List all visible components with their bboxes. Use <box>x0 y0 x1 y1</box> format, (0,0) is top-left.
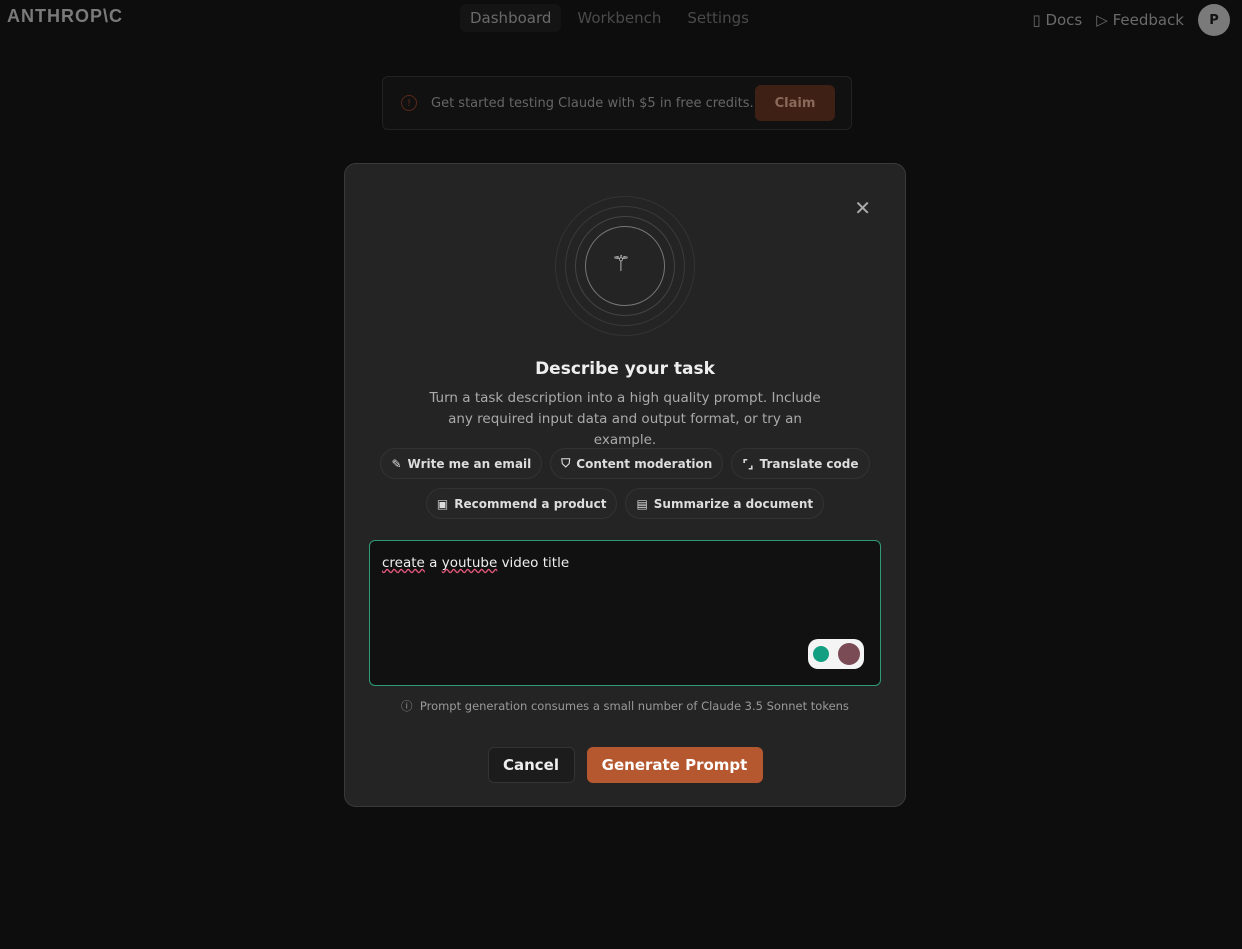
magic-wand-badge: ⚚ <box>555 196 695 336</box>
cancel-button[interactable]: Cancel <box>487 747 575 783</box>
close-icon[interactable]: ✕ <box>854 196 871 220</box>
generate-prompt-button[interactable]: Generate Prompt <box>586 747 763 783</box>
magic-wand-icon: ⚚ <box>611 252 631 277</box>
lightbulb-icon <box>812 646 829 662</box>
chip-label: Recommend a product <box>454 496 607 511</box>
feedback-icon: ▷ <box>1096 11 1108 29</box>
main-nav: Dashboard Workbench Settings <box>460 4 759 32</box>
nav-dashboard[interactable]: Dashboard <box>460 4 562 32</box>
example-recommend-product[interactable]: ▣ Recommend a product <box>425 488 618 519</box>
top-bar: ANTHROP\C Dashboard Workbench Settings ▯… <box>0 0 1242 36</box>
alert-icon: ! <box>401 95 417 111</box>
banner-text: Get started testing Claude with $5 in fr… <box>431 95 754 111</box>
book-icon: ▯ <box>1032 11 1041 29</box>
anthropic-logo[interactable]: ANTHROP\C <box>7 6 123 27</box>
feedback-link[interactable]: ▷ Feedback <box>1096 11 1184 29</box>
credits-banner: ! Get started testing Claude with $5 in … <box>382 76 852 130</box>
dialog-title: Describe your task <box>535 359 715 379</box>
input-text: a <box>429 555 438 571</box>
example-translate-code[interactable]: ⌜⌟ Translate code <box>731 448 870 479</box>
avatar[interactable]: P <box>1198 4 1230 36</box>
pen-icon: ✎ <box>391 456 402 471</box>
code-icon: ⌜⌟ <box>742 456 754 471</box>
example-write-email[interactable]: ✎ Write me an email <box>380 448 543 479</box>
docs-label: Docs <box>1045 11 1083 29</box>
input-text: video title <box>501 555 570 571</box>
note-text: Prompt generation consumes a small numbe… <box>419 699 849 713</box>
claim-button[interactable]: Claim <box>755 85 835 121</box>
grammarly-icon <box>837 643 860 665</box>
feedback-label: Feedback <box>1112 11 1184 29</box>
example-content-moderation[interactable]: ⛉ Content moderation <box>550 448 724 479</box>
input-text: create <box>382 555 425 571</box>
shield-icon: ⛉ <box>561 456 571 470</box>
example-chips: ✎ Write me an email ⛉ Content moderation ⌜… <box>345 448 905 519</box>
document-icon: ▤ <box>636 496 648 511</box>
example-summarize-document[interactable]: ▤ Summarize a document <box>625 488 825 519</box>
box-icon: ▣ <box>436 496 449 511</box>
chip-label: Write me an email <box>407 456 532 471</box>
chip-label: Summarize a document <box>653 496 814 511</box>
docs-link[interactable]: ▯ Docs <box>1032 11 1082 29</box>
input-text: youtube <box>441 555 498 571</box>
describe-task-dialog: ✕ ⚚ Describe your task Turn a task descr… <box>344 163 906 807</box>
chip-label: Content moderation <box>576 456 713 471</box>
grammarly-widget[interactable] <box>808 639 864 669</box>
token-note: ⓘ Prompt generation consumes a small num… <box>345 698 905 714</box>
nav-settings[interactable]: Settings <box>677 4 759 32</box>
task-description-input[interactable]: create a youtube video title <box>369 540 881 686</box>
chip-label: Translate code <box>759 456 859 471</box>
info-icon: ⓘ <box>401 699 413 713</box>
nav-workbench[interactable]: Workbench <box>567 4 671 32</box>
dialog-description: Turn a task description into a high qual… <box>429 390 821 448</box>
